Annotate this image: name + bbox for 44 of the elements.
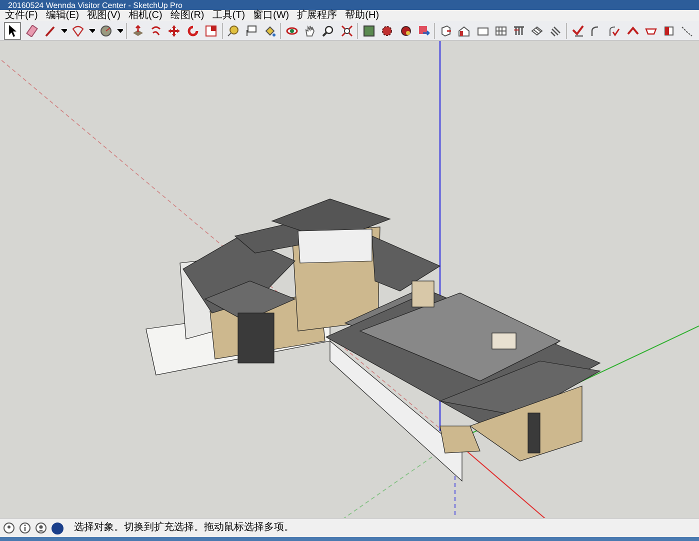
rotate-icon	[186, 24, 199, 36]
check-mark-icon	[608, 24, 620, 36]
menu-item[interactable]: 帮助(H)	[342, 10, 382, 22]
cursor-arrow-icon	[8, 24, 18, 36]
menu-item[interactable]: 相机(C)	[125, 10, 166, 22]
dashed-line-icon	[681, 24, 694, 36]
paint-bucket-icon	[264, 24, 276, 36]
magnifier-icon	[322, 24, 334, 36]
arc-icon	[72, 24, 84, 36]
window-title: 20160524 Wennda Visitor Center - SketchUp Pro	[8, 0, 182, 10]
info-icon[interactable]	[19, 522, 31, 534]
orbit-icon	[286, 24, 298, 36]
scale-icon	[204, 24, 217, 36]
menu-item[interactable]: 窗口(W)	[250, 10, 292, 22]
circle-icon	[100, 24, 112, 36]
menu-item[interactable]: 扩展程序	[294, 10, 340, 22]
menu-item[interactable]: 编辑(E)	[42, 10, 82, 22]
user-icon[interactable]	[35, 522, 47, 534]
zoom-extents-icon	[340, 24, 353, 36]
text-label-icon	[245, 24, 258, 36]
model-viewport[interactable]	[0, 41, 699, 518]
box-icon	[663, 24, 676, 36]
roof-peak-icon	[626, 24, 639, 36]
grid-icon	[494, 24, 507, 36]
menu-item[interactable]: 绘图(R)	[167, 10, 208, 22]
curved-arrows-icon	[150, 24, 162, 36]
push-pull-icon	[132, 24, 144, 36]
select-tool-button[interactable]	[4, 22, 22, 40]
grid-icon	[513, 24, 526, 36]
dropdown-caret-icon[interactable]	[116, 28, 124, 32]
dropdown-caret-icon[interactable]	[60, 28, 68, 32]
tape-measure-icon	[227, 24, 240, 36]
pencil-icon	[44, 24, 56, 36]
cube-view-icon	[440, 24, 452, 36]
status-message: 选择对象。切换到扩充选择。拖动鼠标选择多项。	[74, 522, 294, 534]
move-arrows-icon	[168, 24, 180, 36]
menu-item[interactable]: 视图(V)	[84, 10, 124, 22]
check-mark-icon	[572, 24, 584, 36]
dropdown-caret-icon[interactable]	[88, 28, 96, 32]
eraser-icon	[26, 24, 38, 36]
hand-icon	[304, 24, 316, 36]
menu-item[interactable]: 工具(T)	[209, 10, 248, 22]
menu-item[interactable]: 文件(F)	[2, 10, 41, 22]
geo-location-icon[interactable]	[3, 522, 15, 534]
